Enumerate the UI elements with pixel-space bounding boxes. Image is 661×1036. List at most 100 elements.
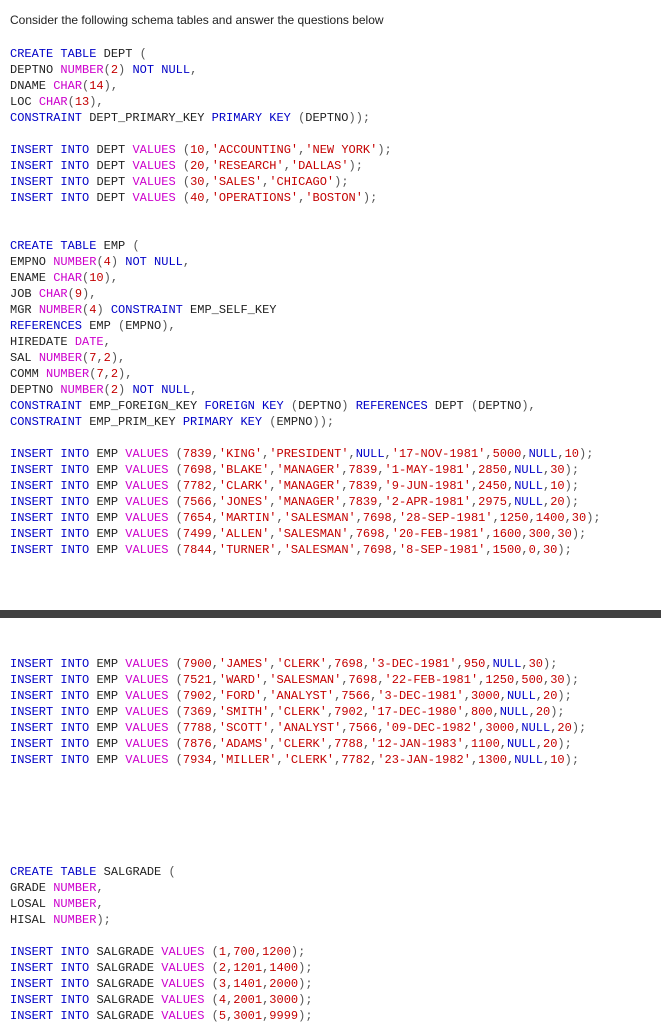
ident: EMPNO	[276, 415, 312, 429]
num: 2	[111, 63, 118, 77]
kw: CONSTRAINT	[111, 303, 183, 317]
dept-insert-block: INSERT INTO DEPT VALUES (10,'ACCOUNTING'…	[10, 142, 661, 206]
ident: EMP	[96, 239, 132, 253]
pun: (	[262, 415, 276, 429]
pun: ,	[190, 383, 197, 397]
kw: CONSTRAINT	[10, 415, 82, 429]
ident: DEPTNO	[305, 111, 348, 125]
ident: EMP_SELF_KEY	[183, 303, 277, 317]
ident: HIREDATE	[10, 335, 75, 349]
ident: JOB	[10, 287, 39, 301]
num: 7	[96, 367, 103, 381]
pun: ,	[96, 897, 103, 911]
kw: TABLE	[53, 47, 96, 61]
pun: )	[341, 399, 355, 413]
ident: GRADE	[10, 881, 53, 895]
num: 14	[89, 79, 103, 93]
kw: REFERENCES	[10, 319, 82, 333]
kw: CREATE	[10, 47, 53, 61]
kw: KEY	[262, 111, 291, 125]
pun: (	[68, 95, 75, 109]
type: CHAR	[53, 79, 82, 93]
pun: ,	[183, 255, 190, 269]
page-2: INSERT INTO EMP VALUES (7900,'JAMES','CL…	[0, 610, 661, 1036]
pun: ),	[521, 399, 535, 413]
type: CHAR	[39, 287, 68, 301]
ident: EMP_FOREIGN_KEY	[82, 399, 204, 413]
kw: TABLE	[53, 239, 96, 253]
pun: ,	[96, 881, 103, 895]
kw: KEY	[233, 415, 262, 429]
ident: LOC	[10, 95, 39, 109]
kw: NULL	[147, 255, 183, 269]
pun: ),	[118, 367, 132, 381]
num: 2	[104, 351, 111, 365]
kw: CREATE	[10, 239, 53, 253]
type: NUMBER	[46, 367, 89, 381]
kw: NOT	[132, 383, 154, 397]
ident: DEPT_PRIMARY_KEY	[82, 111, 212, 125]
kw: KEY	[255, 399, 284, 413]
pun: (	[291, 111, 305, 125]
ident: EMP	[82, 319, 118, 333]
kw: CREATE	[10, 865, 53, 879]
ident: DEPTNO	[10, 63, 60, 77]
kw: NULL	[154, 383, 190, 397]
type: DATE	[75, 335, 104, 349]
pun: ,	[104, 367, 111, 381]
num: 10	[89, 271, 103, 285]
salgrade-insert-block: INSERT INTO SALGRADE VALUES (1,700,1200)…	[10, 944, 661, 1024]
pun: ),	[111, 351, 125, 365]
pun: );	[96, 913, 110, 927]
pun: (	[168, 865, 175, 879]
type: NUMBER	[53, 881, 96, 895]
num: 13	[75, 95, 89, 109]
pun: )	[111, 255, 125, 269]
dept-create-block: CREATE TABLE DEPT ( DEPTNO NUMBER (2) NOT…	[10, 30, 661, 126]
kw: CONSTRAINT	[10, 399, 82, 413]
ident: HISAL	[10, 913, 53, 927]
pun: )	[118, 63, 132, 77]
type: NUMBER	[60, 63, 103, 77]
type: CHAR	[39, 95, 68, 109]
type: NUMBER	[53, 913, 96, 927]
type: NUMBER	[60, 383, 103, 397]
ident: EMPNO	[10, 255, 53, 269]
pun: (	[68, 287, 75, 301]
ident: DNAME	[10, 79, 53, 93]
emp-insert-block-1: INSERT INTO EMP VALUES (7839,'KING','PRE…	[10, 446, 661, 558]
ident: DEPT	[428, 399, 471, 413]
pun: )	[96, 303, 110, 317]
pun: ,	[190, 63, 197, 77]
type: NUMBER	[39, 351, 82, 365]
num: 4	[104, 255, 111, 269]
ident: EMP_PRIM_KEY	[82, 415, 183, 429]
ident: ENAME	[10, 271, 53, 285]
ident: DEPT	[96, 47, 139, 61]
intro-text: Consider the following schema tables and…	[10, 12, 661, 28]
pun: (	[104, 383, 111, 397]
pun: ,	[96, 351, 103, 365]
pun: ),	[82, 287, 96, 301]
ident: DEPTNO	[10, 383, 60, 397]
ident: COMM	[10, 367, 46, 381]
kw: REFERENCES	[356, 399, 428, 413]
emp-insert-block-2: INSERT INTO EMP VALUES (7900,'JAMES','CL…	[10, 656, 661, 768]
kw: NOT	[125, 255, 147, 269]
kw: NOT	[132, 63, 154, 77]
pun: ));	[313, 415, 335, 429]
type: NUMBER	[53, 897, 96, 911]
kw: NULL	[154, 63, 190, 77]
ident: EMPNO	[125, 319, 161, 333]
pun: ),	[104, 79, 118, 93]
num: 2	[111, 383, 118, 397]
pun: ,	[104, 335, 111, 349]
pun: (	[132, 239, 139, 253]
num: 9	[75, 287, 82, 301]
kw: PRIMARY	[212, 111, 262, 125]
pun: ),	[161, 319, 175, 333]
kw: FOREIGN	[204, 399, 254, 413]
ident: MGR	[10, 303, 39, 317]
ident: DEPTNO	[478, 399, 521, 413]
pun: (	[96, 255, 103, 269]
